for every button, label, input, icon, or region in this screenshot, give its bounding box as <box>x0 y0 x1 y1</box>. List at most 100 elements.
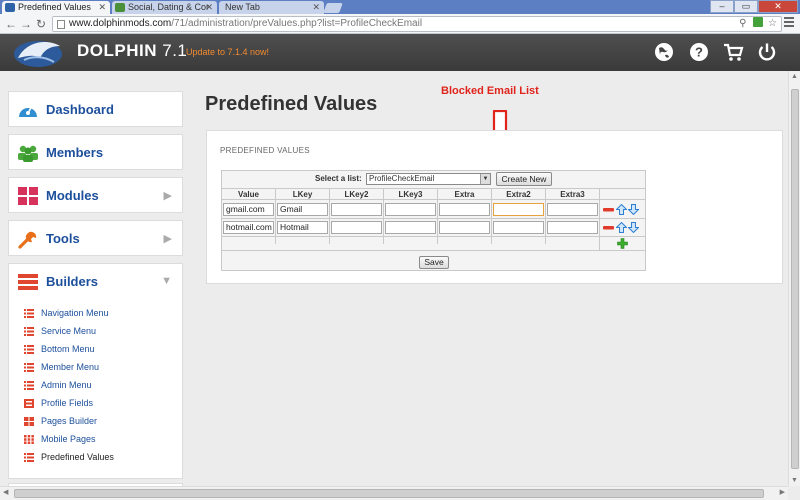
new-tab-button[interactable] <box>323 3 343 13</box>
tab-new-tab[interactable]: New Tab ✕ <box>219 1 324 14</box>
extension-icon[interactable] <box>753 17 764 27</box>
annotation-label: Blocked Email List <box>441 85 539 97</box>
scroll-down-icon[interactable]: ▼ <box>791 477 798 484</box>
save-button[interactable]: Save <box>419 256 449 269</box>
extra3-input[interactable] <box>547 203 598 216</box>
submenu-item-predefined-values[interactable]: Predefined Values <box>24 451 114 465</box>
tab-close-icon[interactable]: ✕ <box>98 1 106 14</box>
column-header-lkey2: LKey2 <box>330 188 384 200</box>
extra2-input[interactable] <box>493 221 544 234</box>
site-header: DOLPHIN 7.1 Update to 7.1.4 now! ? <box>0 34 800 71</box>
sidebar-item-builders[interactable]: Builders ▼ <box>8 263 183 299</box>
chevron-down-icon: ▼ <box>161 275 172 287</box>
browser-tab-strip: Predefined Values ✕ Social, Dating & Cor… <box>0 0 800 14</box>
bookmark-star-icon[interactable]: ☆ <box>768 18 779 29</box>
chevron-right-icon: ▶ <box>163 190 172 202</box>
scroll-up-icon[interactable]: ▲ <box>791 73 798 80</box>
browser-menu-icon[interactable] <box>784 17 794 29</box>
extra2-input[interactable] <box>493 203 544 216</box>
remove-row-icon[interactable] <box>603 204 614 215</box>
lkey-input[interactable]: Hotmail <box>277 221 328 234</box>
submenu-item-bottom-menu[interactable]: Bottom Menu <box>24 343 95 357</box>
power-icon[interactable] <box>756 41 778 63</box>
url-input[interactable]: www.dolphinmods.com/71/administration/pr… <box>52 16 782 32</box>
column-header-lkey3: LKey3 <box>384 188 438 200</box>
sidebar-item-modules[interactable]: Modules ▶ <box>8 177 183 213</box>
maximize-button[interactable]: ▭ <box>734 0 758 13</box>
sidebar-item-members[interactable]: Members <box>8 134 183 170</box>
search-icon[interactable]: ⚲ <box>739 18 748 29</box>
lkey2-input[interactable] <box>331 203 382 216</box>
vertical-scrollbar[interactable]: ▲ ▼ <box>788 71 800 486</box>
globe-icon[interactable] <box>653 41 675 63</box>
column-divider <box>491 200 492 244</box>
horizontal-scrollbar[interactable]: ◀ ▶ <box>0 486 788 500</box>
reload-icon[interactable]: ↻ <box>36 17 46 31</box>
move-up-icon[interactable] <box>616 222 627 233</box>
create-new-button[interactable]: Create New <box>496 172 552 186</box>
submenu-item-service-menu[interactable]: Service Menu <box>24 325 96 339</box>
lkey-input[interactable]: Gmail <box>277 203 328 216</box>
submenu-item-label: Mobile Pages <box>41 434 96 444</box>
page-title: Predefined Values <box>205 93 378 115</box>
value-input[interactable]: gmail.com <box>223 203 274 216</box>
tab-title: Predefined Values <box>18 2 91 12</box>
tab-close-icon[interactable]: ✕ <box>205 1 213 14</box>
sidebar-item-label: Dashboard <box>46 102 114 117</box>
site-favicon-icon <box>115 3 125 12</box>
mobile-grid-icon <box>24 435 34 444</box>
extra-input[interactable] <box>439 221 490 234</box>
column-header-lkey: LKey <box>276 188 330 200</box>
scroll-thumb[interactable] <box>14 489 764 498</box>
brand-name: DOLPHIN <box>77 41 157 60</box>
dashboard-icon <box>19 105 37 117</box>
submenu-item-profile-fields[interactable]: Profile Fields <box>24 397 93 411</box>
extra-input[interactable] <box>439 203 490 216</box>
move-down-icon[interactable] <box>628 222 639 233</box>
back-arrow-icon[interactable]: ← <box>5 17 17 31</box>
minimize-button[interactable]: ‒ <box>710 0 734 13</box>
scroll-right-icon[interactable]: ▶ <box>780 488 785 496</box>
help-icon[interactable]: ? <box>688 41 710 63</box>
lkey2-input[interactable] <box>331 221 382 234</box>
pages-icon <box>24 417 34 426</box>
submenu-item-pages-builder[interactable]: Pages Builder <box>24 415 97 429</box>
brand-title[interactable]: DOLPHIN 7.1 <box>77 41 187 61</box>
move-down-icon[interactable] <box>628 204 639 215</box>
dolphin-logo-icon[interactable] <box>10 36 66 69</box>
add-row-icon[interactable] <box>617 238 628 249</box>
submenu-item-navigation-menu[interactable]: Navigation Menu <box>24 307 109 321</box>
submenu-item-label: Predefined Values <box>41 452 114 462</box>
submenu-item-label: Service Menu <box>41 326 97 336</box>
remove-row-icon[interactable] <box>603 222 614 233</box>
sidebar-item-dashboard[interactable]: Dashboard <box>8 91 183 127</box>
sidebar-item-label: Builders <box>46 274 99 289</box>
scroll-thumb[interactable] <box>791 89 799 469</box>
column-header-value: Value <box>222 188 276 200</box>
column-header-extra2: Extra2 <box>492 188 546 200</box>
value-input[interactable]: hotmail.com <box>223 221 274 234</box>
move-up-icon[interactable] <box>616 204 627 215</box>
panel-caption: PREDEFINED VALUES <box>220 146 310 155</box>
list-select[interactable]: ProfileCheckEmail ▼ <box>366 173 491 185</box>
scroll-left-icon[interactable]: ◀ <box>3 488 8 496</box>
extra3-input[interactable] <box>547 221 598 234</box>
submenu-item-admin-menu[interactable]: Admin Menu <box>24 379 92 393</box>
tab-close-icon[interactable]: ✕ <box>312 1 320 14</box>
column-divider <box>545 200 546 244</box>
column-divider <box>383 200 384 244</box>
tab-social-dating[interactable]: Social, Dating & Cor ✕ <box>112 1 217 14</box>
submenu-item-mobile-pages[interactable]: Mobile Pages <box>24 433 96 447</box>
lkey3-input[interactable] <box>385 221 436 234</box>
sidebar-item-tools[interactable]: Tools ▶ <box>8 220 183 256</box>
submenu-item-member-menu[interactable]: Member Menu <box>24 361 99 375</box>
lkey3-input[interactable] <box>385 203 436 216</box>
fields-icon <box>24 399 34 408</box>
list-icon <box>24 309 34 318</box>
window-close-button[interactable]: ✕ <box>758 0 798 13</box>
dropdown-arrow-icon[interactable]: ▼ <box>480 174 490 184</box>
tab-predefined-values[interactable]: Predefined Values ✕ <box>2 1 110 14</box>
update-link[interactable]: Update to 7.1.4 now! <box>186 47 269 57</box>
forward-arrow-icon[interactable]: → <box>20 17 32 31</box>
cart-icon[interactable] <box>722 41 744 63</box>
